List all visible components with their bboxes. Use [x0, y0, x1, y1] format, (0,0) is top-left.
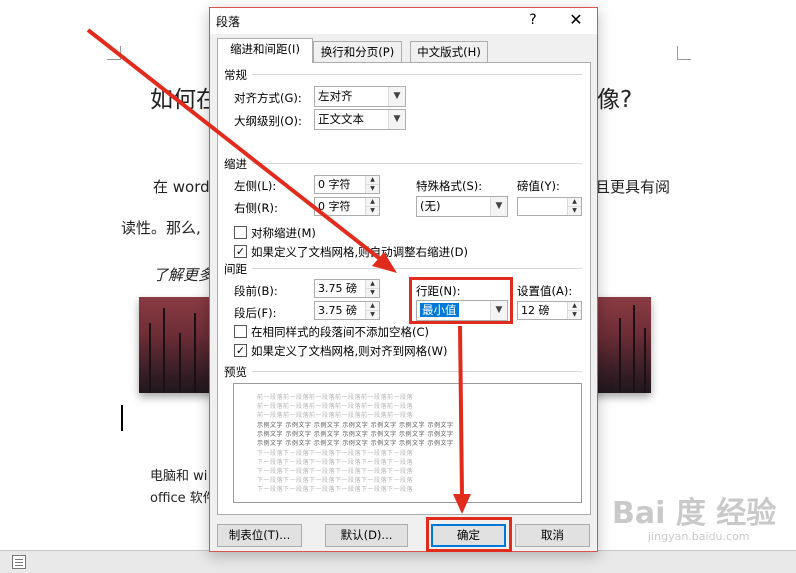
- at-spinner[interactable]: 12 磅 ▲ ▼: [517, 301, 582, 320]
- set-default-button[interactable]: 默认(D)...: [325, 524, 408, 547]
- close-button[interactable]: ✕: [564, 10, 588, 30]
- preview-sample-line: 示例文字 示例文字 示例文字 示例文字 示例文字 示例文字 示例文字: [257, 440, 454, 447]
- tab-line-page-breaks[interactable]: 换行和分页(P): [313, 41, 402, 62]
- preview-next-line: 下一段落下一段落下一段落下一段落下一段落下一段落: [257, 459, 414, 466]
- spacing-after-spinner[interactable]: 3.75 磅 ▲ ▼: [314, 301, 380, 320]
- indent-left-spinner[interactable]: 0 字符 ▲ ▼: [314, 175, 380, 194]
- divider-general: [252, 74, 582, 75]
- spinner-buttons[interactable]: ▲ ▼: [365, 198, 379, 215]
- spacing-before-label: 段前(B):: [234, 284, 278, 298]
- alignment-value: 左对齐: [318, 89, 353, 103]
- margin-corner-top-right: [677, 46, 691, 60]
- special-format-dropdown[interactable]: (无) ▼: [416, 196, 508, 217]
- snap-to-grid-label: 如果定义了文档网格,则对齐到网格(W): [251, 344, 448, 358]
- preview-sample-line: 示例文字 示例文字 示例文字 示例文字 示例文字 示例文字 示例文字: [257, 431, 454, 438]
- line-spacing-highlight: [409, 277, 513, 324]
- tabs-button[interactable]: 制表位(T)...: [217, 524, 302, 547]
- chevron-down-icon: ▼: [490, 197, 507, 216]
- mirror-indents-checkbox[interactable]: [234, 226, 247, 239]
- spacing-before-spinner[interactable]: 3.75 磅 ▲ ▼: [314, 279, 380, 298]
- by-label: 磅值(Y):: [517, 179, 560, 193]
- dialog-titlebar[interactable]: 段落 ? ✕: [210, 8, 597, 34]
- preview-next-line: 下一段落下一段落下一段落下一段落下一段落下一段落: [257, 450, 414, 457]
- preview-next-line: 下一段落下一段落下一段落下一段落下一段落下一段落: [257, 468, 414, 475]
- tab-indents-spacing[interactable]: 缩进和间距(I): [217, 38, 313, 63]
- spinner-buttons[interactable]: ▲ ▼: [365, 280, 379, 297]
- snap-to-grid-checkbox[interactable]: ✓: [234, 344, 247, 357]
- spinner-buttons[interactable]: ▲ ▼: [365, 302, 379, 319]
- special-format-value: (无): [420, 199, 441, 213]
- dialog-title: 段落: [216, 15, 241, 29]
- cancel-button[interactable]: 取消: [515, 524, 590, 547]
- special-format-label: 特殊格式(S):: [416, 179, 483, 193]
- status-bar: [0, 550, 796, 573]
- ok-button-highlight: [426, 517, 512, 552]
- spacing-before-value: 3.75 磅: [318, 282, 357, 295]
- margin-corner-top-left: [107, 46, 121, 60]
- chevron-down-icon: ▼: [388, 110, 405, 129]
- doc-paragraph-3: 了解更多: [153, 266, 214, 284]
- at-value: 12 磅: [521, 304, 550, 317]
- indent-right-spinner[interactable]: 0 字符 ▲ ▼: [314, 197, 380, 216]
- doc-paragraph-1-right: 且更具有阅: [595, 178, 671, 196]
- page-icon[interactable]: [12, 555, 26, 569]
- help-button[interactable]: ?: [523, 10, 543, 30]
- preview-prev-line: 前一段落前一段落前一段落前一段落前一段落前一段落: [257, 403, 414, 410]
- tab-asian-typography[interactable]: 中文版式(H): [410, 41, 488, 62]
- section-indent: 缩进: [224, 157, 247, 171]
- alignment-label: 对齐方式(G):: [234, 91, 302, 105]
- section-general: 常规: [224, 68, 247, 82]
- spacing-after-value: 3.75 磅: [318, 304, 357, 317]
- preview-prev-line: 前一段落前一段落前一段落前一段落前一段落前一段落: [257, 394, 414, 401]
- by-spinner[interactable]: ▲ ▼: [517, 197, 582, 216]
- preview-next-line: 下一段落下一段落下一段落下一段落下一段落下一段落: [257, 477, 414, 484]
- outline-level-label: 大纲级别(O):: [234, 114, 302, 128]
- outline-level-value: 正文文本: [318, 112, 364, 126]
- indent-left-label: 左侧(L):: [234, 179, 277, 193]
- doc-paragraph-5: office 软件: [150, 491, 216, 506]
- divider-spacing: [252, 268, 582, 269]
- preview-prev-line: 前一段落前一段落前一段落前一段落前一段落前一段落: [257, 412, 414, 419]
- mirror-indents-label: 对称缩进(M): [251, 226, 316, 240]
- no-space-same-style-label: 在相同样式的段落间不添加空格(C): [251, 325, 430, 339]
- preview-next-line: 下一段落下一段落下一段落下一段落下一段落下一段落: [257, 486, 414, 493]
- at-label: 设置值(A):: [517, 284, 573, 298]
- spinner-buttons[interactable]: ▲ ▼: [567, 198, 581, 215]
- spacing-after-label: 段后(F):: [234, 306, 277, 320]
- no-space-same-style-checkbox[interactable]: [234, 325, 247, 338]
- text-cursor: [121, 405, 123, 431]
- baidu-jingyan-watermark: Bai 度 经验: [612, 496, 777, 531]
- doc-paragraph-4: 电脑和 wi: [150, 469, 208, 484]
- preview-sample-line: 示例文字 示例文字 示例文字 示例文字 示例文字 示例文字 示例文字: [257, 422, 454, 429]
- watermark-url: jingyan.baidu.com: [648, 530, 750, 543]
- doc-title-right: 像?: [597, 87, 633, 113]
- outline-level-dropdown[interactable]: 正文文本 ▼: [314, 109, 406, 130]
- alignment-dropdown[interactable]: 左对齐 ▼: [314, 86, 406, 107]
- indent-right-value: 0 字符: [318, 200, 351, 213]
- spinner-buttons[interactable]: ▲ ▼: [365, 176, 379, 193]
- auto-adjust-checkbox[interactable]: ✓: [234, 245, 247, 258]
- section-spacing: 间距: [224, 262, 247, 276]
- indent-right-label: 右侧(R):: [234, 201, 278, 215]
- chevron-down-icon: ▼: [388, 87, 405, 106]
- doc-paragraph-2: 读性。那么,: [121, 219, 201, 237]
- doc-paragraph-1-left: 在 word: [153, 178, 210, 196]
- indent-left-value: 0 字符: [318, 178, 351, 191]
- spinner-buttons[interactable]: ▲ ▼: [567, 302, 581, 319]
- divider-indent: [252, 163, 582, 164]
- section-preview: 预览: [224, 365, 247, 379]
- auto-adjust-label: 如果定义了文档网格,则自动调整右缩进(D): [251, 245, 468, 259]
- paragraph-preview: 前一段落前一段落前一段落前一段落前一段落前一段落 前一段落前一段落前一段落前一段…: [233, 383, 582, 503]
- divider-preview: [252, 371, 582, 372]
